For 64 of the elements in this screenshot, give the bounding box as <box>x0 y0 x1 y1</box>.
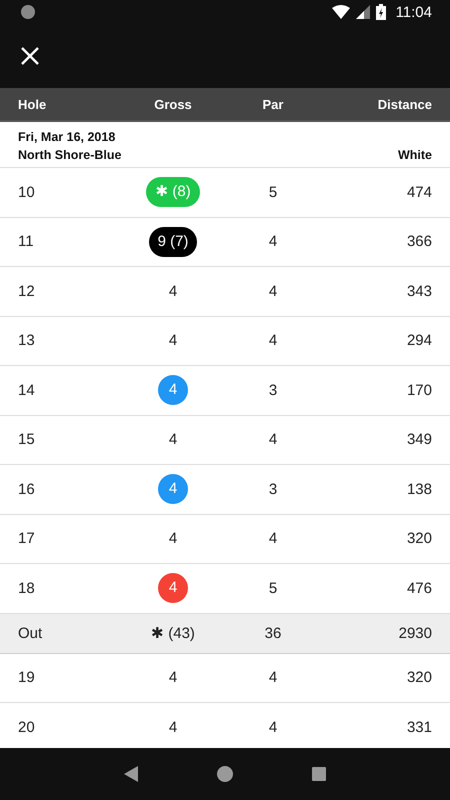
table-cell-text: 4 <box>268 669 278 686</box>
close-icon <box>21 47 39 65</box>
table-cell: 4 <box>168 282 178 300</box>
score-badge: 9 (7) <box>148 226 198 257</box>
table-cell: 4 <box>168 431 178 448</box>
table-cell-text: 320 <box>406 530 432 548</box>
table-cell-text: 15 <box>18 431 36 448</box>
home-icon[interactable] <box>216 766 233 782</box>
table-cell-text: 12 <box>18 282 36 300</box>
table-cell-text: 20 <box>18 718 36 736</box>
table-cell: 4 <box>168 718 178 736</box>
column-header: Distance <box>376 96 432 112</box>
battery-icon <box>376 4 386 20</box>
table-cell-text: 5 <box>268 184 278 201</box>
table-cell-text: Out <box>18 624 44 642</box>
table-cell-text: 476 <box>406 580 432 597</box>
score-badge: 4 <box>158 573 188 604</box>
table-cell-text: 474 <box>406 184 432 201</box>
signal-icon <box>356 5 370 19</box>
table-cell-text: 138 <box>406 480 432 498</box>
table-cell-text: 36 <box>264 624 282 642</box>
score-badge: 4 <box>158 474 188 504</box>
table-cell-text: 13 <box>18 332 36 350</box>
table-cell-text: 4 <box>268 530 278 548</box>
table-cell: ✱ (43) <box>151 624 195 642</box>
column-header: Hole <box>18 96 48 112</box>
table-cell-text: 5 <box>268 580 278 597</box>
table-cell-text: 16 <box>18 480 36 498</box>
table-cell-text: 320 <box>406 669 432 686</box>
table-cell-text: 10 <box>18 184 36 201</box>
table-cell-text: 349 <box>406 431 432 448</box>
table-cell: 4 <box>168 530 178 548</box>
table-cell-text: 4 <box>268 332 278 350</box>
table-cell-text: 11 <box>18 233 35 250</box>
table-cell-text: 170 <box>406 382 432 399</box>
table-cell-text: 4 <box>268 718 278 736</box>
course-name: North Shore-Blue <box>18 148 122 162</box>
wifi-icon <box>332 5 350 19</box>
table-cell-text: 343 <box>406 282 432 300</box>
table-cell-text: 18 <box>18 580 36 597</box>
score-badge: 4 <box>158 375 188 406</box>
table-cell-text: 294 <box>406 332 432 350</box>
table-cell-text: 3 <box>268 382 278 399</box>
notification-icon <box>21 5 35 19</box>
recents-icon[interactable] <box>312 767 326 781</box>
table-cell-text: 4 <box>268 431 278 448</box>
score-badge: ✱ (8) <box>146 177 200 208</box>
table-cell-text: 4 <box>268 233 278 250</box>
table-cell-text: 17 <box>18 530 36 548</box>
column-header: Par <box>262 96 284 112</box>
round-date: Fri, Mar 16, 2018 <box>18 130 116 144</box>
table-cell-text: 19 <box>18 669 36 686</box>
status-time: 11:04 <box>396 4 432 20</box>
table-cell-text: 331 <box>406 718 432 736</box>
tee-name: White <box>398 148 432 162</box>
table-cell-text: 14 <box>18 382 36 399</box>
table-cell: 4 <box>168 669 178 686</box>
table-cell-text: 3 <box>268 480 278 498</box>
table-cell-text: 2930 <box>398 624 432 642</box>
back-icon[interactable] <box>124 766 138 782</box>
table-cell: 4 <box>168 332 178 350</box>
column-header: Gross <box>153 96 193 112</box>
table-cell-text: 366 <box>406 233 432 250</box>
table-cell-text: 4 <box>268 282 278 300</box>
